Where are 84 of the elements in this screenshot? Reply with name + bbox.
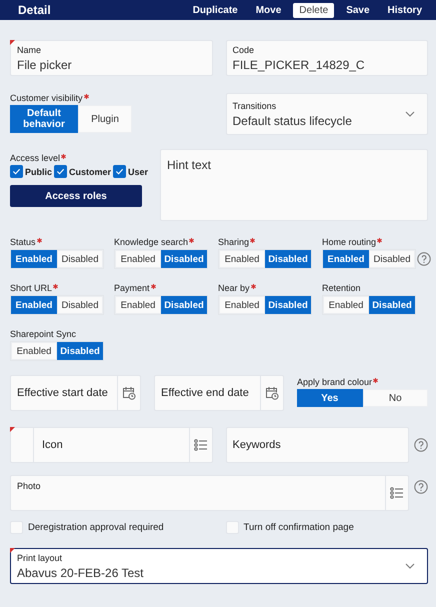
checkbox[interactable] <box>113 165 126 178</box>
list-icon[interactable] <box>194 439 208 451</box>
action-button[interactable]: Save <box>340 2 376 18</box>
toggle-option[interactable]: Disabled <box>265 250 311 268</box>
date-field[interactable]: Effective start date <box>10 375 141 411</box>
field-label: Status <box>10 237 42 247</box>
corner-flag <box>10 548 15 553</box>
required-icon <box>377 238 382 243</box>
field-label: Short URL <box>10 283 58 293</box>
checkbox-label: Customer <box>69 166 112 176</box>
required-icon <box>250 238 256 243</box>
toggle-option[interactable]: Enabled <box>11 342 57 360</box>
action-button[interactable]: Delete <box>293 2 334 18</box>
field-label: Near by <box>218 283 256 293</box>
hint-text-field[interactable]: Hint text <box>160 149 428 221</box>
field-label: Sharepoint Sync <box>10 329 76 339</box>
field-label: Knowledge search <box>114 237 194 247</box>
field-label: Retention <box>322 283 361 293</box>
page-title: Detail <box>18 3 51 17</box>
check-icon <box>12 167 21 176</box>
action-button[interactable]: Duplicate <box>186 2 244 18</box>
field-label: Payment <box>114 283 156 293</box>
field-label: Home routing <box>322 237 382 247</box>
toggle-option[interactable]: Enabled <box>323 296 369 314</box>
code-field[interactable]: Code FILE_PICKER_14829_C <box>226 40 428 76</box>
help-icon[interactable] <box>417 252 431 266</box>
field-label: Customer visibility <box>10 93 89 103</box>
toggle-option[interactable]: Enabled <box>11 250 57 268</box>
calendar-clock-icon[interactable] <box>122 386 136 400</box>
checkbox-label: Deregistration approval required <box>28 522 164 533</box>
help-icon[interactable] <box>414 438 428 452</box>
chevron-down-icon[interactable] <box>405 563 415 569</box>
toggle-option[interactable]: Disabled <box>369 250 415 268</box>
print-layout-dropdown[interactable]: Print layout Abavus 20-FEB-26 Test <box>10 548 428 584</box>
corner-flag <box>10 427 15 432</box>
toggle-option[interactable]: Plugin <box>78 105 132 133</box>
toggle-option[interactable]: Disabled <box>161 250 207 268</box>
toggle-option[interactable]: Yes <box>297 389 362 407</box>
name-field[interactable]: Name File picker <box>10 40 212 76</box>
transitions-dropdown[interactable]: Transitions Default status lifecycle <box>226 93 428 135</box>
help-icon[interactable] <box>414 480 428 494</box>
checkbox-label: Public <box>25 166 52 176</box>
field-label: Sharing <box>218 237 256 247</box>
checkbox[interactable] <box>10 165 23 178</box>
calendar-clock-icon[interactable] <box>265 386 279 400</box>
toggle-option[interactable]: Enabled <box>115 250 161 268</box>
toggle-option[interactable]: No <box>362 389 428 407</box>
action-button[interactable]: History <box>382 2 428 18</box>
required-icon <box>150 284 156 289</box>
field-label: Access level <box>10 153 66 163</box>
toggle-option[interactable]: Enabled <box>323 250 369 268</box>
required-icon <box>53 284 58 289</box>
required-icon <box>84 94 89 99</box>
checkbox[interactable] <box>54 165 68 178</box>
check-icon <box>56 167 66 176</box>
required-icon <box>250 284 256 289</box>
chevron-down-icon[interactable] <box>405 111 415 117</box>
toggle-option[interactable]: Enabled <box>11 296 57 314</box>
required-icon <box>61 154 66 159</box>
action-button[interactable]: Move <box>250 2 288 18</box>
check-icon <box>115 167 124 176</box>
checkbox-label: Turn off confirmation page <box>244 522 354 533</box>
toggle-option[interactable]: Disabled <box>369 296 415 314</box>
toggle-option[interactable]: Disabled <box>161 296 207 314</box>
toggle-option[interactable]: Disabled <box>57 250 103 268</box>
list-icon[interactable] <box>390 487 404 499</box>
corner-flag <box>10 40 15 45</box>
toggle-option[interactable]: Enabled <box>219 296 265 314</box>
toggle-option[interactable]: Disabled <box>57 296 103 314</box>
required-icon <box>189 238 194 243</box>
field-label: Apply brand colour <box>297 377 378 387</box>
toggle-option[interactable]: Disabled <box>57 342 103 360</box>
toggle-option[interactable]: Default behavior <box>10 105 78 133</box>
required-icon <box>36 238 42 243</box>
toggle-option[interactable]: Enabled <box>219 250 265 268</box>
date-field[interactable]: Effective end date <box>154 375 284 411</box>
checkbox-label: User <box>128 166 148 176</box>
photo-field[interactable]: Photo <box>10 475 409 511</box>
required-icon <box>373 378 378 383</box>
keywords-field[interactable]: Keywords <box>226 427 409 463</box>
toggle-option[interactable]: Enabled <box>115 296 161 314</box>
access-roles-button[interactable]: Access roles <box>10 185 142 207</box>
toggle-option[interactable]: Disabled <box>265 296 311 314</box>
icon-field[interactable]: Icon <box>10 427 212 463</box>
